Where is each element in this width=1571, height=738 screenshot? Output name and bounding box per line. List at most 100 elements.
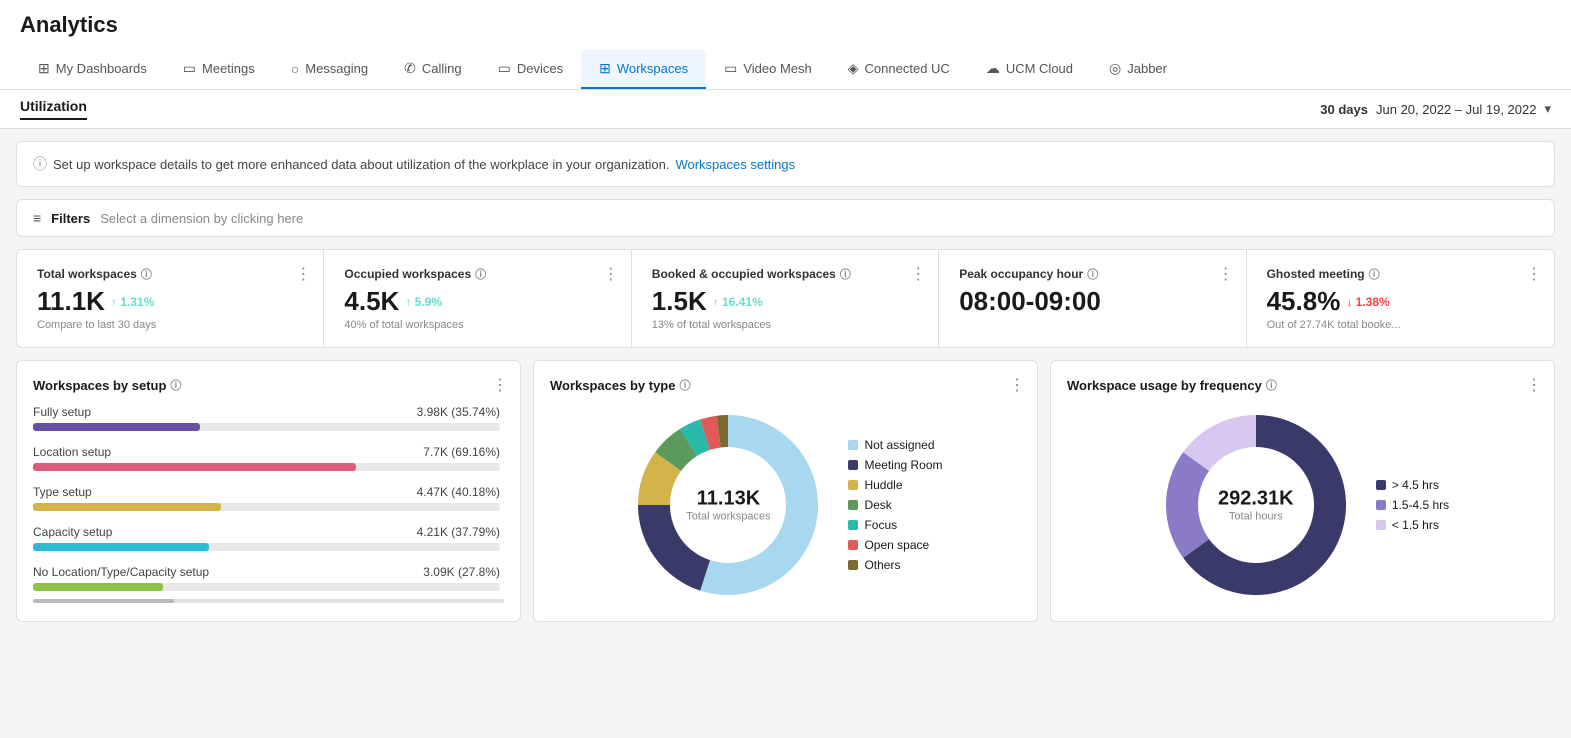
metric-sub-total-workspaces: Compare to last 30 days — [37, 319, 303, 331]
metric-label-occupied-workspaces: Occupied workspaces ⓘ — [344, 266, 610, 282]
setup-bar-item: Fully setup 3.98K (35.74%) — [33, 405, 500, 431]
metric-info-icon[interactable]: ⓘ — [141, 266, 152, 282]
legend-item: Meeting Room — [848, 458, 942, 472]
metric-info-icon[interactable]: ⓘ — [840, 266, 851, 282]
chart-freq-menu-icon[interactable]: ⋮ — [1526, 375, 1542, 395]
metric-info-icon[interactable]: ⓘ — [1369, 266, 1380, 282]
change-down: ↓ 1.38% — [1346, 295, 1389, 309]
chart-type: Workspaces by type ⓘ ⋮ 11.13K Total work… — [533, 360, 1038, 622]
chart-setup-info-icon[interactable]: ⓘ — [170, 377, 181, 393]
legend-dot — [1376, 520, 1386, 530]
nav-tab-calling[interactable]: ✆Calling — [386, 50, 479, 89]
metric-menu-icon[interactable]: ⋮ — [295, 264, 311, 284]
setup-bar-item: Location setup 7.7K (69.16%) — [33, 445, 500, 471]
date-range[interactable]: 30 days Jun 20, 2022 – Jul 19, 2022 ▾ — [1320, 101, 1551, 117]
metric-menu-icon[interactable]: ⋮ — [603, 264, 619, 284]
nav-tab-messaging[interactable]: ○Messaging — [273, 51, 386, 89]
nav-tabs: ⊞My Dashboards▭Meetings○Messaging✆Callin… — [20, 50, 1551, 89]
metric-value-occupied-workspaces: 4.5K↑ 5.9% — [344, 286, 610, 317]
filters-label: Filters — [51, 211, 90, 226]
donut-freq-legend: > 4.5 hrs1.5-4.5 hrs< 1.5 hrs — [1376, 478, 1449, 532]
legend-item: < 1.5 hrs — [1376, 518, 1449, 532]
workspaces-settings-link[interactable]: Workspaces settings — [675, 157, 795, 172]
page-header: Analytics ⊞My Dashboards▭Meetings○Messag… — [0, 0, 1571, 90]
video-mesh-icon: ▭ — [724, 60, 737, 77]
filter-icon: ≡ — [33, 210, 41, 226]
jabber-icon: ◎ — [1109, 60, 1121, 77]
legend-item: Huddle — [848, 478, 942, 492]
chart-type-info-icon[interactable]: ⓘ — [679, 377, 690, 393]
chart-type-title: Workspaces by type ⓘ — [550, 377, 1021, 393]
metric-value-peak-occupancy: 08:00-09:00 — [959, 286, 1225, 317]
metric-menu-icon[interactable]: ⋮ — [1218, 264, 1234, 284]
donut-type-chart: 11.13K Total workspaces — [628, 405, 828, 605]
legend-dot — [1376, 480, 1386, 490]
metric-label-peak-occupancy: Peak occupancy hour ⓘ — [959, 266, 1225, 282]
metric-info-icon[interactable]: ⓘ — [475, 266, 486, 282]
donut-type-container: 11.13K Total workspaces Not assignedMeet… — [550, 405, 1021, 605]
filters-bar[interactable]: ≡ Filters Select a dimension by clicking… — [16, 199, 1555, 237]
metric-sub-booked-occupied: 13% of total workspaces — [652, 319, 918, 331]
date-range-text: Jun 20, 2022 – Jul 19, 2022 — [1376, 102, 1536, 117]
change-up: ↑ 16.41% — [713, 295, 763, 309]
donut-freq-chart: 292.31K Total hours — [1156, 405, 1356, 605]
nav-tab-jabber[interactable]: ◎Jabber — [1091, 50, 1185, 89]
metrics-row: Total workspaces ⓘ 11.1K↑ 1.31% Compare … — [16, 249, 1555, 348]
metric-card-occupied-workspaces: Occupied workspaces ⓘ 4.5K↑ 5.9% 40% of … — [324, 250, 631, 347]
metric-card-peak-occupancy: Peak occupancy hour ⓘ 08:00-09:00 ⋮ — [939, 250, 1246, 347]
chart-type-menu-icon[interactable]: ⋮ — [1009, 375, 1025, 395]
meetings-icon: ▭ — [183, 60, 196, 77]
setup-bar-item: No Location/Type/Capacity setup 3.09K (2… — [33, 565, 500, 591]
utilization-tab[interactable]: Utilization — [20, 98, 87, 120]
workspaces-icon: ⊞ — [599, 60, 611, 77]
metric-label-booked-occupied: Booked & occupied workspaces ⓘ — [652, 266, 918, 282]
chart-setup: Workspaces by setup ⓘ ⋮ Fully setup 3.98… — [16, 360, 521, 622]
metric-info-icon[interactable]: ⓘ — [1087, 266, 1098, 282]
setup-bar-item: Capacity setup 4.21K (37.79%) — [33, 525, 500, 551]
nav-tab-connected-uc[interactable]: ◈Connected UC — [830, 50, 968, 89]
sub-header: Utilization 30 days Jun 20, 2022 – Jul 1… — [0, 90, 1571, 129]
nav-tab-meetings[interactable]: ▭Meetings — [165, 50, 273, 89]
change-up: ↑ 5.9% — [405, 295, 442, 309]
legend-dot — [848, 480, 858, 490]
legend-item: Focus — [848, 518, 942, 532]
nav-tab-video-mesh[interactable]: ▭Video Mesh — [706, 50, 830, 89]
ucm-cloud-icon: ☁ — [986, 60, 1000, 77]
calling-icon: ✆ — [404, 60, 416, 77]
legend-dot — [848, 560, 858, 570]
metric-value-booked-occupied: 1.5K↑ 16.41% — [652, 286, 918, 317]
legend-item: Others — [848, 558, 942, 572]
chart-freq-title: Workspace usage by frequency ⓘ — [1067, 377, 1538, 393]
nav-tab-devices[interactable]: ▭Devices — [480, 50, 581, 89]
legend-item: Desk — [848, 498, 942, 512]
change-up: ↑ 1.31% — [111, 295, 154, 309]
metric-menu-icon[interactable]: ⋮ — [910, 264, 926, 284]
nav-tab-ucm-cloud[interactable]: ☁UCM Cloud — [968, 50, 1091, 89]
nav-tab-my-dashboards[interactable]: ⊞My Dashboards — [20, 50, 165, 89]
chevron-down-icon[interactable]: ▾ — [1544, 101, 1551, 117]
donut-segment — [1166, 452, 1209, 558]
chart-freq-info-icon[interactable]: ⓘ — [1266, 377, 1277, 393]
nav-tab-workspaces[interactable]: ⊞Workspaces — [581, 50, 706, 89]
setup-list: Fully setup 3.98K (35.74%) Location setu… — [33, 405, 504, 591]
legend-dot — [848, 460, 858, 470]
metric-label-total-workspaces: Total workspaces ⓘ — [37, 266, 303, 282]
setup-bar-item: Type setup 4.47K (40.18%) — [33, 485, 500, 511]
chart-setup-title: Workspaces by setup ⓘ — [33, 377, 504, 393]
legend-dot — [848, 440, 858, 450]
page-title: Analytics — [20, 12, 1551, 46]
chart-freq: Workspace usage by frequency ⓘ ⋮ 292.31K… — [1050, 360, 1555, 622]
chart-setup-menu-icon[interactable]: ⋮ — [492, 375, 508, 395]
legend-dot — [848, 520, 858, 530]
donut-type-value: 11.13K — [686, 488, 770, 511]
legend-dot — [1376, 500, 1386, 510]
days-badge: 30 days — [1320, 102, 1368, 117]
metric-value-ghosted-meeting: 45.8%↓ 1.38% — [1267, 286, 1534, 317]
devices-icon: ▭ — [498, 60, 511, 77]
my-dashboards-icon: ⊞ — [38, 60, 50, 77]
metric-card-ghosted-meeting: Ghosted meeting ⓘ 45.8%↓ 1.38% Out of 27… — [1247, 250, 1554, 347]
info-icon: ⓘ — [33, 154, 47, 174]
metric-menu-icon[interactable]: ⋮ — [1526, 264, 1542, 284]
donut-freq-label: Total hours — [1218, 511, 1294, 523]
filters-hint: Select a dimension by clicking here — [100, 211, 303, 226]
